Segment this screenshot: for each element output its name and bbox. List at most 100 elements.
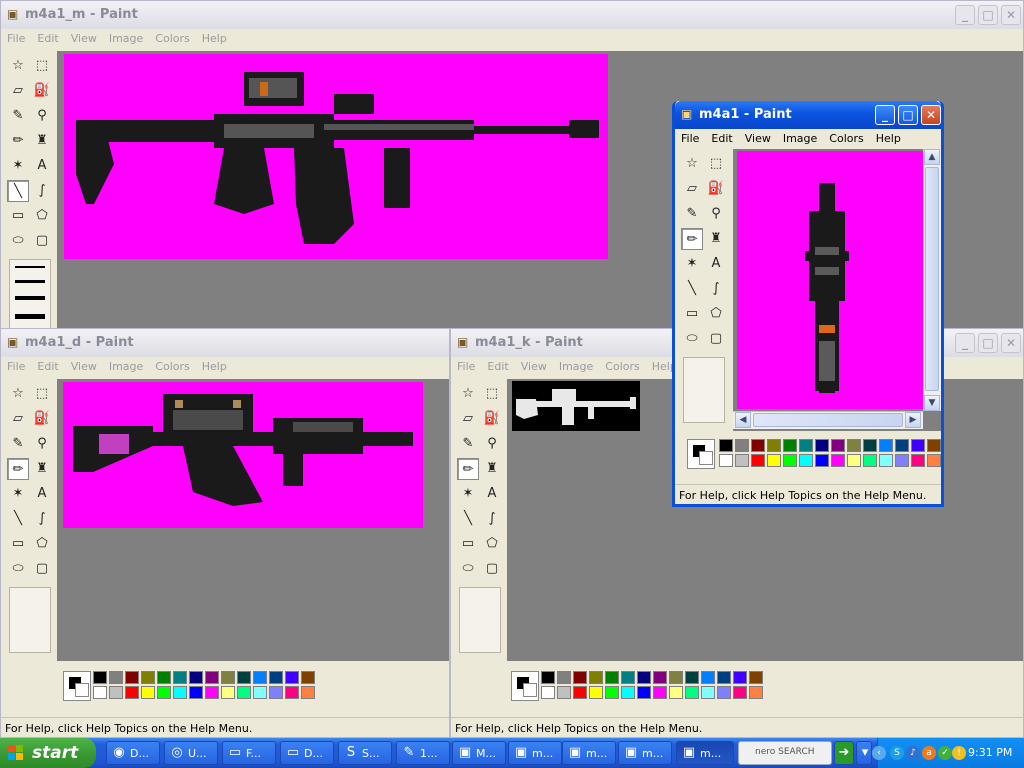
line-tool[interactable]: ╲ (7, 508, 29, 530)
close-button[interactable]: ✕ (1001, 333, 1021, 353)
palette-color[interactable] (237, 686, 251, 699)
curve-tool[interactable]: ∫ (31, 508, 53, 530)
menu-file[interactable]: File (675, 129, 705, 145)
palette-color[interactable] (621, 671, 635, 684)
eraser-tool[interactable]: ▱ (7, 408, 29, 430)
magnifier-tool[interactable]: ⚲ (31, 105, 53, 127)
pick-color-tool[interactable]: ✎ (7, 105, 29, 127)
ellipse-tool[interactable]: ⬭ (7, 558, 29, 580)
tool-options-box[interactable] (9, 587, 51, 653)
palette-color[interactable] (621, 686, 635, 699)
horizontal-scroll-thumb[interactable] (753, 413, 903, 427)
rounded-rectangle-tool[interactable]: ▢ (705, 328, 727, 350)
airbrush-tool[interactable]: ✶ (681, 253, 703, 275)
eraser-tool[interactable]: ▱ (7, 80, 29, 102)
go-button[interactable]: ➜ (834, 741, 854, 765)
palette-color[interactable] (205, 671, 219, 684)
palette-color[interactable] (701, 671, 715, 684)
minimize-button[interactable]: _ (875, 105, 895, 125)
palette-color[interactable] (573, 671, 587, 684)
pick-color-tool[interactable]: ✎ (457, 433, 479, 455)
fill-with-color-tool[interactable]: ⛽ (481, 408, 503, 430)
palette-color[interactable] (557, 671, 571, 684)
palette-color[interactable] (173, 671, 187, 684)
close-button[interactable]: ✕ (921, 105, 941, 125)
palette-color[interactable] (719, 439, 733, 452)
pencil-tool[interactable]: ✏ (457, 458, 479, 480)
polygon-tool[interactable]: ⬠ (705, 303, 727, 325)
title-bar[interactable]: ▣ m4a1 - Paint _ □ ✕ (675, 101, 941, 129)
palette-color[interactable] (847, 454, 861, 467)
palette-color[interactable] (205, 686, 219, 699)
palette-color[interactable] (831, 454, 845, 467)
palette-color[interactable] (783, 439, 797, 452)
rounded-rectangle-tool[interactable]: ▢ (31, 230, 53, 252)
airbrush-tool[interactable]: ✶ (457, 483, 479, 505)
scroll-down-button[interactable]: ▼ (924, 395, 940, 411)
menu-view[interactable]: View (65, 357, 103, 373)
palette-color[interactable] (685, 671, 699, 684)
menu-colors[interactable]: Colors (149, 357, 195, 373)
free-form-select-tool[interactable]: ☆ (457, 383, 479, 405)
drawing-canvas[interactable] (64, 54, 608, 259)
palette-color[interactable] (637, 686, 651, 699)
vertical-scroll-thumb[interactable] (925, 167, 939, 391)
taskbar-button[interactable]: ▣ m... (562, 741, 616, 765)
pick-color-tool[interactable]: ✎ (7, 433, 29, 455)
airbrush-tool[interactable]: ✶ (7, 155, 29, 177)
taskbar-button[interactable]: ▣ m... (618, 741, 672, 765)
palette-color[interactable] (253, 686, 267, 699)
rectangle-tool[interactable]: ▭ (7, 533, 29, 555)
palette-color[interactable] (653, 686, 667, 699)
menu-edit[interactable]: Edit (705, 129, 738, 145)
magnifier-tool[interactable]: ⚲ (481, 433, 503, 455)
ellipse-tool[interactable]: ⬭ (7, 230, 29, 252)
scroll-left-button[interactable]: ◀ (735, 412, 751, 428)
palette-color[interactable] (221, 671, 235, 684)
rectangle-tool[interactable]: ▭ (7, 205, 29, 227)
palette-color[interactable] (285, 671, 299, 684)
rounded-rectangle-tool[interactable]: ▢ (481, 558, 503, 580)
pencil-tool[interactable]: ✏ (7, 130, 29, 152)
menu-edit[interactable]: Edit (481, 357, 514, 373)
minimize-button[interactable]: _ (955, 333, 975, 353)
skype-tray-icon[interactable]: S (890, 746, 904, 760)
menu-image[interactable]: Image (103, 357, 149, 373)
shield-tray-icon[interactable]: ! (952, 746, 966, 760)
maximize-button[interactable]: □ (978, 5, 998, 25)
select-tool[interactable]: ⬚ (481, 383, 503, 405)
brush-tool[interactable]: ♜ (705, 228, 727, 250)
menu-file[interactable]: File (451, 357, 481, 373)
free-form-select-tool[interactable]: ☆ (7, 383, 29, 405)
palette-color[interactable] (751, 439, 765, 452)
taskbar-button[interactable]: ✎ 1... (396, 741, 450, 765)
rectangle-tool[interactable]: ▭ (457, 533, 479, 555)
palette-color[interactable] (719, 454, 733, 467)
ellipse-tool[interactable]: ⬭ (457, 558, 479, 580)
maximize-button[interactable]: □ (898, 105, 918, 125)
scroll-right-button[interactable]: ▶ (905, 412, 921, 428)
text-tool[interactable]: A (481, 483, 503, 505)
taskbar-button[interactable]: ◉ D... (106, 741, 160, 765)
check-tray-icon[interactable]: ✓ (938, 746, 952, 760)
palette-color[interactable] (911, 439, 925, 452)
drawing-canvas[interactable] (512, 381, 640, 431)
palette-color[interactable] (125, 671, 139, 684)
line-tool[interactable]: ╲ (457, 508, 479, 530)
scroll-up-button[interactable]: ▲ (924, 149, 940, 165)
fill-with-color-tool[interactable]: ⛽ (705, 178, 727, 200)
palette-color[interactable] (799, 439, 813, 452)
magnifier-tool[interactable]: ⚲ (31, 433, 53, 455)
free-form-select-tool[interactable]: ☆ (7, 55, 29, 77)
palette-color[interactable] (189, 671, 203, 684)
taskbar-button[interactable]: ▣ m... (676, 741, 734, 765)
palette-color[interactable] (301, 686, 315, 699)
text-tool[interactable]: A (705, 253, 727, 275)
menu-help[interactable]: Help (870, 129, 907, 145)
curve-tool[interactable]: ∫ (481, 508, 503, 530)
taskbar-button[interactable]: ▣ m... (508, 741, 562, 765)
title-bar[interactable]: ▣ m4a1_m - Paint _ □ ✕ (1, 1, 1023, 29)
palette-color[interactable] (717, 686, 731, 699)
palette-color[interactable] (301, 671, 315, 684)
select-tool[interactable]: ⬚ (705, 153, 727, 175)
